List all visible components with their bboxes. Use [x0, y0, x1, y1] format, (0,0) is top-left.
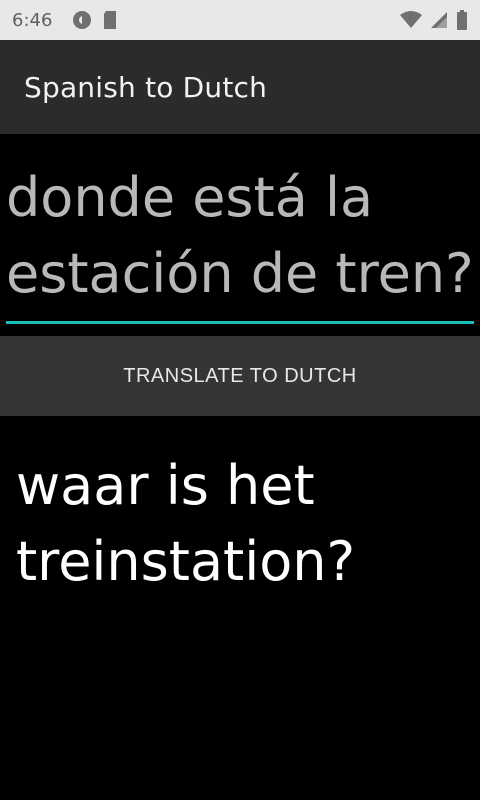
input-underline — [6, 321, 474, 324]
status-left-icons — [72, 10, 118, 30]
status-bar: 6:46 — [0, 0, 480, 40]
input-container: donde está la estación de tren? — [6, 160, 474, 324]
dutch-translation-output: waar is het treinstation? — [16, 454, 356, 593]
cellular-signal-icon — [430, 11, 448, 29]
wifi-icon — [400, 11, 422, 29]
status-right-icons — [400, 10, 468, 30]
spanish-text-input[interactable]: donde está la estación de tren? — [6, 160, 474, 318]
app-title: Spanish to Dutch — [24, 70, 268, 104]
translate-button[interactable]: TRANSLATE TO DUTCH — [0, 336, 480, 416]
status-time: 6:46 — [12, 9, 53, 31]
sd-card-icon — [102, 10, 118, 30]
battery-icon — [456, 10, 468, 30]
at-icon — [72, 10, 92, 30]
app-bar: Spanish to Dutch — [0, 40, 480, 134]
